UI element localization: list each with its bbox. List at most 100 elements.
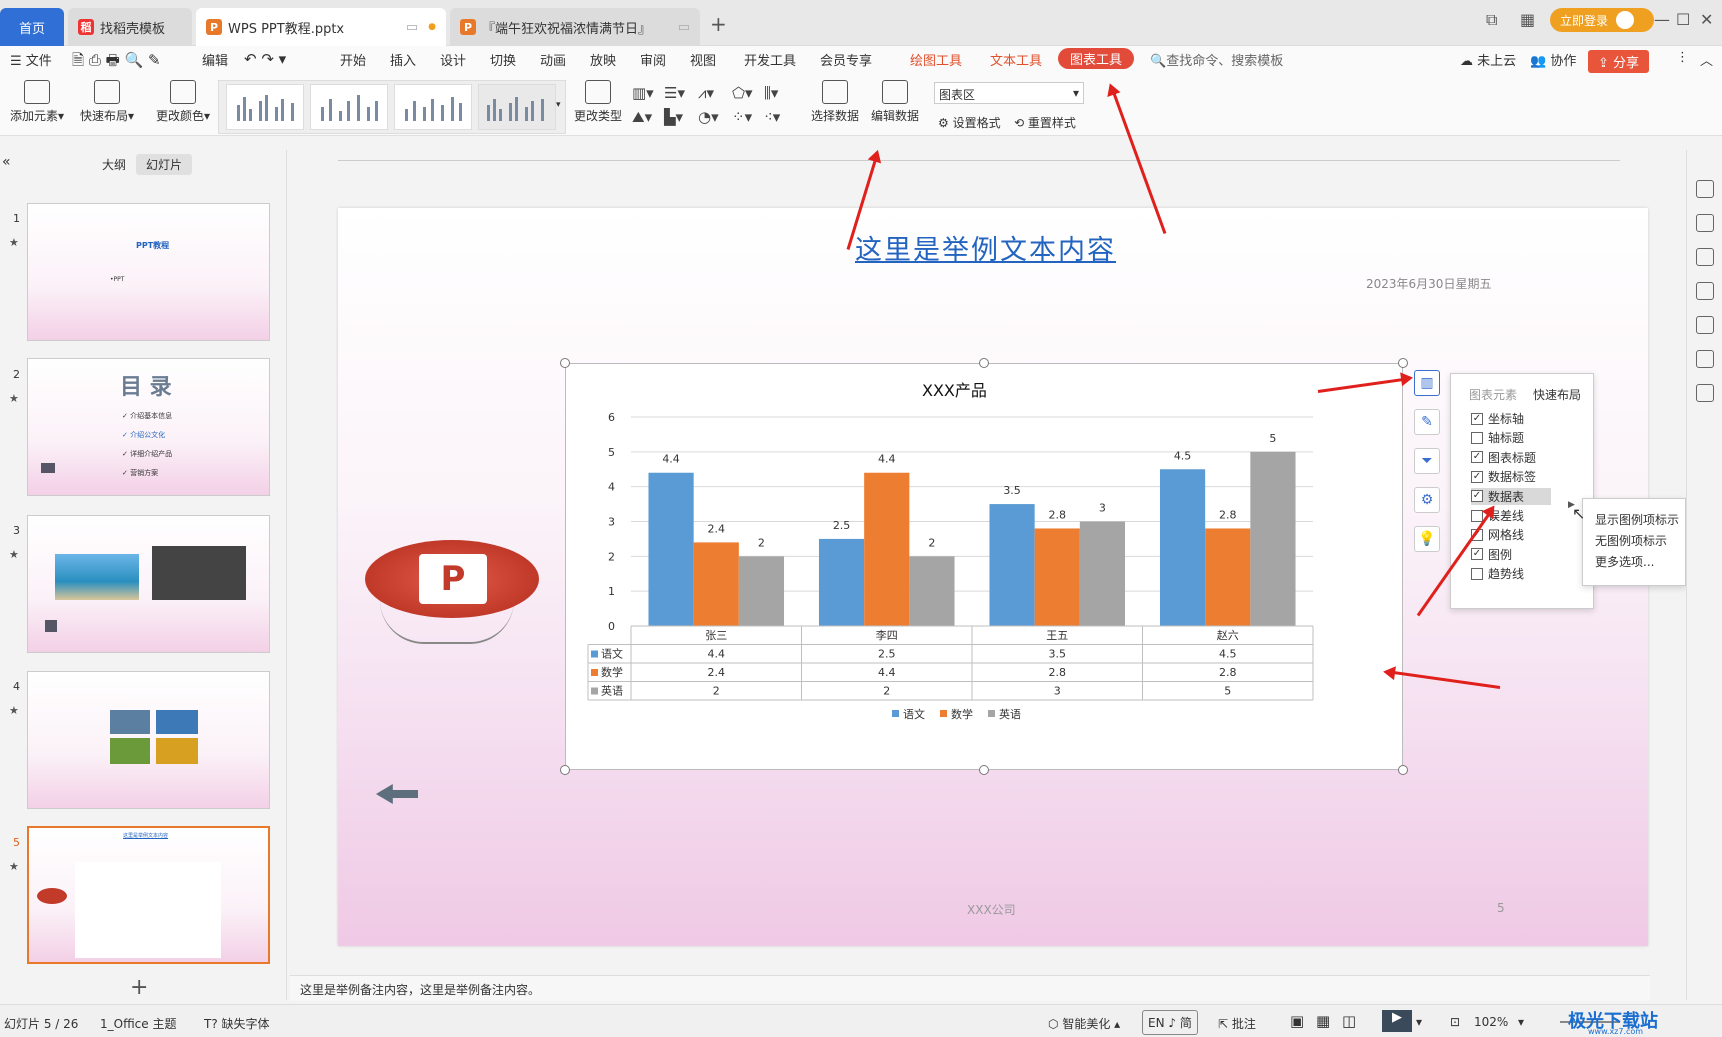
search-box[interactable]: 🔍查找命令、搜索模板 <box>1150 50 1283 69</box>
resize-handle[interactable] <box>560 358 570 368</box>
theme-name[interactable]: 1_Office 主题 <box>100 1015 176 1032</box>
checkbox[interactable] <box>1471 431 1483 444</box>
chart-area-select[interactable]: 图表区 ▾ <box>934 82 1084 104</box>
play-button[interactable]: ▶ <box>1382 1010 1412 1032</box>
tab-template[interactable]: 稻 找稻壳模板 <box>68 8 192 46</box>
chart-element-option[interactable]: ✓ 数据标签 <box>1471 468 1536 485</box>
slide-title[interactable]: 这里是举例文本内容 <box>855 228 1116 267</box>
chart-title[interactable]: XXX产品 <box>922 381 987 400</box>
undo-redo-icons[interactable]: ↶ ↷ ▾ <box>244 50 286 68</box>
menu-draw-tool[interactable]: 绘图工具 <box>910 50 962 69</box>
tab-quick-layout[interactable]: 快速布局 <box>1533 386 1581 403</box>
menu-file[interactable]: ☰ 文件 <box>10 50 52 69</box>
fit-window-icon[interactable]: ⊡ <box>1450 1015 1460 1029</box>
resize-handle[interactable] <box>1398 765 1408 775</box>
beautify-button[interactable]: ⬡ 智能美化 ▴ <box>1048 1015 1120 1032</box>
grid-icon[interactable]: ▦ <box>1520 10 1535 29</box>
chart-element-option[interactable]: ✓ 数据表 <box>1471 487 1551 505</box>
chart-element-option[interactable]: 轴标题 <box>1471 429 1524 446</box>
animation-icon[interactable] <box>1696 180 1714 198</box>
tab-outline[interactable]: 大纲 <box>92 154 136 175</box>
collapse-ribbon-icon[interactable]: ︿ <box>1700 50 1713 69</box>
menu-design[interactable]: 设计 <box>440 50 466 69</box>
submenu-no-legend-key[interactable]: 无图例项标示 <box>1595 532 1667 549</box>
resize-handle[interactable] <box>979 765 989 775</box>
slide-thumb-1[interactable]: PPT教程 •PPT <box>27 203 270 341</box>
change-type-button[interactable]: 更改类型 <box>570 80 626 124</box>
image-icon[interactable] <box>1696 316 1714 334</box>
login-button[interactable]: 立即登录 <box>1550 8 1654 32</box>
layout-icon[interactable]: ⧉ <box>1486 10 1497 30</box>
play-dropdown-icon[interactable]: ▾ <box>1416 1015 1422 1029</box>
menu-transition[interactable]: 切换 <box>490 50 516 69</box>
minimize-icon[interactable]: — <box>1654 10 1670 29</box>
chart-element-option[interactable]: ✓ 图例 <box>1471 546 1512 563</box>
submenu-more-options[interactable]: 更多选项... <box>1595 553 1654 570</box>
chart-style-2[interactable] <box>310 84 388 130</box>
slide-thumb-4[interactable] <box>27 671 270 809</box>
tab-slides[interactable]: 幻灯片 <box>136 154 193 175</box>
notes-area[interactable]: 这里是举例备注内容，这里是举例备注内容。 <box>290 975 1650 1001</box>
checkbox[interactable] <box>1471 567 1483 580</box>
bubble-chart-icon[interactable]: ⁖▾ <box>764 108 780 126</box>
chart-element-option[interactable]: ✓ 坐标轴 <box>1471 410 1524 427</box>
chart-style-button[interactable]: ✎ <box>1414 409 1440 435</box>
slide-thumb-5[interactable]: 这里是举例文本内容 <box>27 826 270 964</box>
star-effect-icon[interactable] <box>1696 248 1714 266</box>
collab-button[interactable]: 👥 协作 <box>1530 50 1576 69</box>
slide-thumb-2[interactable]: 目 录 ✓ 介绍基本信息 ✓ 介绍公文化 ✓ 详细介绍产品 ✓ 营销方案 <box>27 358 270 496</box>
chart-style-4[interactable] <box>478 84 556 130</box>
annotate-button[interactable]: ⇱ 批注 <box>1218 1015 1256 1032</box>
radar-chart-icon[interactable]: ⬠▾ <box>732 84 753 102</box>
view-grid-icon[interactable]: ▦ <box>1316 1012 1330 1030</box>
chart-element-option[interactable]: 趋势线 <box>1471 565 1524 582</box>
set-format-button[interactable]: ⚙ 设置格式 <box>938 114 1001 131</box>
zoom-level[interactable]: 102% <box>1474 1015 1508 1029</box>
quick-layout-button[interactable]: 快速布局▾ <box>74 80 140 124</box>
copy-icon[interactable] <box>1696 282 1714 300</box>
menu-review[interactable]: 审阅 <box>640 50 666 69</box>
menu-insert[interactable]: 插入 <box>390 50 416 69</box>
menu-member[interactable]: 会员专享 <box>820 50 872 69</box>
menu-devtools[interactable]: 开发工具 <box>744 50 796 69</box>
bar-chart-icon[interactable]: ☰▾ <box>664 84 685 102</box>
menu-view[interactable]: 视图 <box>690 50 716 69</box>
chart-settings-button[interactable]: ⚙ <box>1414 487 1440 513</box>
edit-data-button[interactable]: 编辑数据 <box>868 80 922 124</box>
resize-handle[interactable] <box>560 765 570 775</box>
share-button[interactable]: ⇪ 分享 <box>1588 50 1650 73</box>
checkbox[interactable]: ✓ <box>1471 451 1483 464</box>
checkbox[interactable]: ✓ <box>1471 470 1483 483</box>
book-icon[interactable] <box>1696 384 1714 402</box>
stock-chart-icon[interactable]: ⫼▾ <box>764 84 778 102</box>
menu-edit[interactable]: 编辑 <box>202 50 228 69</box>
settings-sliders-icon[interactable] <box>1696 214 1714 232</box>
quick-access-icons[interactable]: 🗎 ⎙ 🖶 🔍 ✎ <box>72 50 161 75</box>
new-tab-button[interactable]: + <box>710 12 727 36</box>
missing-font-button[interactable]: T? 缺失字体 <box>204 1015 270 1032</box>
line-chart-icon[interactable]: ⩘▾ <box>698 84 714 102</box>
slide-thumb-3[interactable] <box>27 515 270 653</box>
gallery-expand-icon[interactable]: ▾ <box>556 100 561 110</box>
view-reading-icon[interactable]: ◫ <box>1342 1012 1356 1030</box>
add-slide-button[interactable]: + <box>130 975 148 1000</box>
chart-elements-button[interactable]: ▥ <box>1414 370 1440 396</box>
cloud-status[interactable]: ☁ 未上云 <box>1460 50 1516 69</box>
combo-chart-icon[interactable]: ▙▾ <box>664 108 683 126</box>
menu-text-tool[interactable]: 文本工具 <box>990 50 1042 69</box>
menu-animation[interactable]: 动画 <box>540 50 566 69</box>
area-chart-icon[interactable]: ⛰▾ <box>632 108 652 126</box>
chart-style-3[interactable] <box>394 84 472 130</box>
chart-tips-button[interactable]: 💡 <box>1414 526 1440 552</box>
submenu-show-legend-key[interactable]: 显示图例项标示 <box>1595 511 1679 528</box>
more-icon[interactable]: ⋮ <box>1676 50 1689 65</box>
pie-chart-icon[interactable]: ◔▾ <box>698 108 719 126</box>
tab-ppt-document[interactable]: P WPS PPT教程.pptx ▭ ● <box>196 8 446 46</box>
chart-filter-button[interactable]: ⏷ <box>1414 448 1440 474</box>
change-color-button[interactable]: 更改颜色▾ <box>150 80 216 124</box>
checkbox[interactable]: ✓ <box>1471 412 1483 425</box>
ime-indicator[interactable]: EN ♪ 简 <box>1142 1010 1198 1035</box>
view-normal-icon[interactable]: ▣ <box>1290 1012 1304 1030</box>
scatter-chart-icon[interactable]: ⁘▾ <box>732 108 752 126</box>
select-data-button[interactable]: 选择数据 <box>808 80 862 124</box>
